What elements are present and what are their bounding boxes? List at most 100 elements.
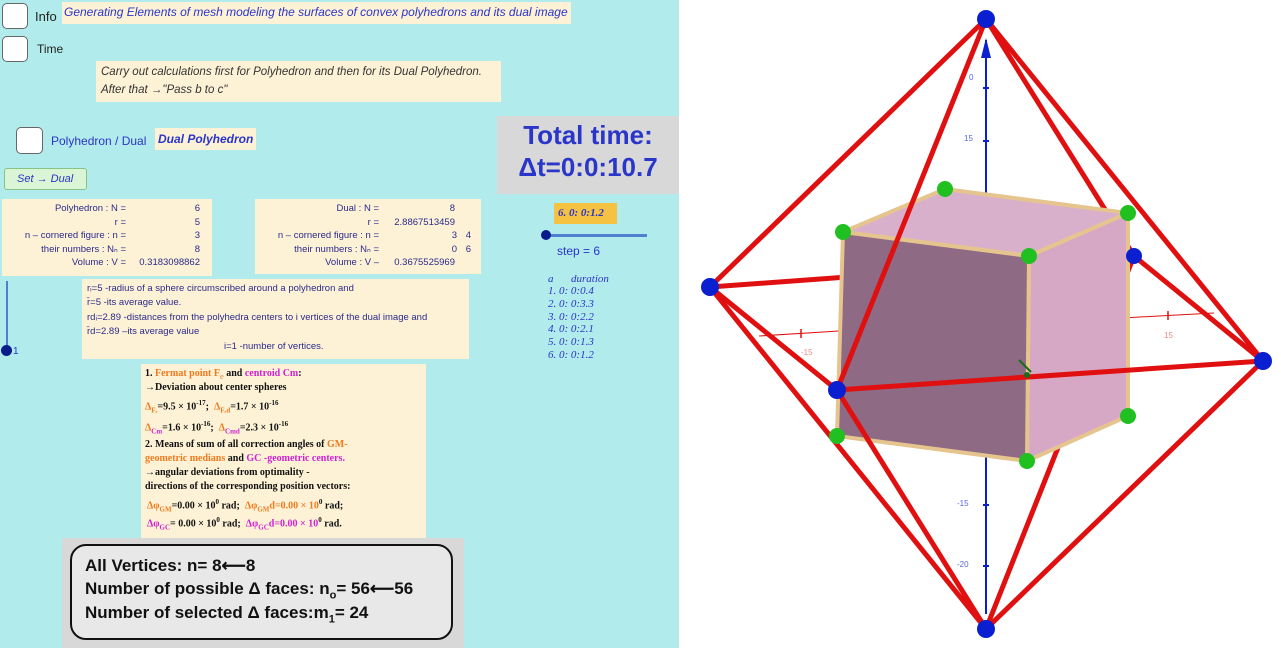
dual-row-value: 3 (451, 230, 457, 241)
control-panel: Info Generating Elements of mesh modelin… (0, 0, 679, 648)
summary-panel: All Vertices: n= 8⟵8 Number of possible … (62, 538, 464, 648)
selected-faces-label: Number of selected Δ faces:m (85, 603, 329, 622)
fermat-label: Fermat point F (155, 368, 220, 379)
colon-label: : (298, 368, 302, 379)
info-label: Info (35, 9, 57, 24)
page-title: Generating Elements of mesh modeling the… (64, 5, 568, 19)
dual-row-label: r = (367, 216, 379, 228)
polyhedron-dual-label: Polyhedron / Dual (51, 134, 147, 148)
instruction-line2: After that →"Pass b to c" (101, 84, 228, 96)
instruction-line1: Carry out calculations first for Polyhed… (101, 66, 482, 78)
possible-faces-label: Number of possible Δ faces: n (85, 579, 330, 598)
selected-faces-value: = 24 (334, 603, 369, 622)
poly-row-label: Volume : V = (71, 257, 126, 268)
step-slider-handle[interactable] (541, 230, 551, 240)
gm-full-label: geometric medians (145, 453, 226, 464)
polyhedron-dual-checkbox[interactable] (16, 127, 43, 154)
cube-vertex (1120, 205, 1136, 221)
duration-item: 5. 0: 0:1.3 (548, 336, 594, 349)
cube-vertex (1021, 248, 1037, 264)
phi-gcd-value: d=0.00 × 10 (268, 518, 319, 530)
cube-front-face (834, 229, 1032, 464)
delta-cmd-exp: -16 (278, 420, 289, 428)
poly-row-label: r = (114, 216, 126, 228)
radius-line-2: r̄=5 -its average value. (87, 297, 182, 308)
step-badge: 6. 0: 0:1.2 (554, 203, 617, 224)
centroid-label: centroid Cm (244, 368, 299, 379)
phi-gc-unit: rad; (219, 518, 241, 530)
dual-row-value: 0 (451, 243, 457, 255)
dual-row-label: their numbers : Nₙ = (294, 243, 379, 255)
delta-cmd-value: =2.3 × 10 (239, 422, 279, 434)
phi-gc-symbol: Δφ (147, 518, 160, 530)
dual-row-label: n – cornered figure : n = (277, 230, 379, 241)
duration-header: duration (571, 273, 609, 285)
dual-row-value2: 4 (465, 230, 471, 241)
polyhedron-table: Polyhedron : N = 6 r = 5 n – cornered figure… (2, 199, 212, 276)
dual-table: Dual : N = 8 r = 2.8867513459 n – cornered f… (255, 199, 481, 274)
set-dual-button[interactable]: Set → Dual (4, 168, 87, 190)
phi-gm-sub: GM (159, 505, 172, 514)
dual-row-label: Volume : V – (325, 257, 379, 268)
gc-label: GC -geometric centers. (246, 453, 345, 464)
delta-cm-value: =1.6 × 10 (162, 422, 202, 434)
deviation-heading-2b: geometric medians and GC -geometric cent… (145, 453, 345, 464)
phi-gc-value: = 0.00 × 10 (170, 518, 217, 530)
delta-cm-exp: -16 (201, 420, 211, 428)
deviation-heading-2: 2. Means of sum of all correction angles… (145, 439, 348, 450)
cube-right-face (1024, 209, 1130, 465)
time-label: Time (37, 42, 64, 56)
deviation-heading-1: 1. Fermat point Fe and centroid Cm: (145, 368, 302, 381)
phi-gmd-sub: GM (257, 505, 270, 514)
cube-vertex (937, 181, 953, 197)
dual-row-value2: 6 (465, 243, 471, 255)
summary-selected-faces: Number of selected Δ faces:m1= 24 (85, 603, 368, 625)
direction-line: directions of the corresponding position… (145, 481, 351, 492)
delta-f-exp: -17 (196, 399, 206, 407)
deviation-line: →Deviation about center spheres (145, 382, 287, 393)
and-label-2: and (225, 453, 247, 464)
poly-row-label: n – cornered figure : n = (24, 230, 126, 241)
fermat-deviation-row: ΔFₑ=9.5 × 10-17; ΔFₑd=1.7 × 10-16 (145, 399, 279, 415)
step-badge-text: 6. 0: 0:1.2 (558, 207, 604, 219)
dual-row-label: Dual : N = (336, 203, 379, 214)
polyhedron-svg[interactable]: 0 15 10 15 -15 1 -15 -20 (679, 0, 1281, 648)
phi-gm-unit: rad; (218, 500, 240, 512)
vertex-slider-handle[interactable] (1, 345, 12, 356)
centroid-deviation-row: ΔCm=1.6 × 10-16; ΔCmd=2.3 × 10-16 (145, 420, 289, 436)
phi-gmd-value: d=0.00 × 10 (269, 500, 319, 512)
graphics-3d-view[interactable]: 0 15 10 15 -15 1 -15 -20 (679, 0, 1281, 648)
angular-line: →angular deviations from optimality - (145, 467, 310, 478)
delta-fd-sub: Fₑd (220, 406, 231, 415)
summary-box: All Vertices: n= 8⟵8 Number of possible … (70, 544, 453, 640)
gm-label: GM- (327, 439, 348, 450)
total-time-title: Total time: (523, 120, 653, 150)
phi-gc-sub: GC (159, 523, 171, 532)
vertex-slider-value: 1 (13, 346, 19, 357)
cube-vertex (1120, 408, 1136, 424)
dual-row-value: 2.8867513459 (394, 216, 455, 228)
vertex-index-line: i=1 -number of vertices. (224, 341, 324, 352)
z-axis-arrow (981, 38, 991, 58)
delta-cmd-sub: Cmd (225, 427, 240, 436)
heading-1-number: 1. (145, 368, 153, 379)
heading-2-text: 2. Means of sum of all correction angles… (145, 439, 328, 450)
cube-vertex (835, 224, 851, 240)
dual-row-value: 8 (449, 203, 455, 214)
duration-header-a: a (548, 273, 554, 285)
info-checkbox[interactable] (2, 3, 28, 29)
and-label: and (223, 368, 245, 379)
vertex-slider-track[interactable] (6, 281, 8, 351)
phi-gcd-symbol: Δφ (245, 518, 259, 530)
time-checkbox[interactable] (2, 36, 28, 62)
radius-info-box: rᵢ=5 -radius of a sphere circumscribed a… (82, 279, 469, 359)
poly-row-value: 3 (194, 230, 200, 241)
delta-fd-exp: -16 (269, 399, 279, 407)
deviation-box: 1. Fermat point Fe and centroid Cm: →Dev… (141, 364, 426, 538)
summary-vertices: All Vertices: n= 8⟵8 (85, 556, 256, 575)
octa-vertex-right (1254, 352, 1272, 370)
phi-gmd-unit: rad; (322, 500, 344, 512)
dual-row-value: 0.3675525969 (394, 257, 455, 268)
octa-vertex-front (828, 381, 846, 399)
step-slider-track[interactable] (546, 234, 647, 237)
